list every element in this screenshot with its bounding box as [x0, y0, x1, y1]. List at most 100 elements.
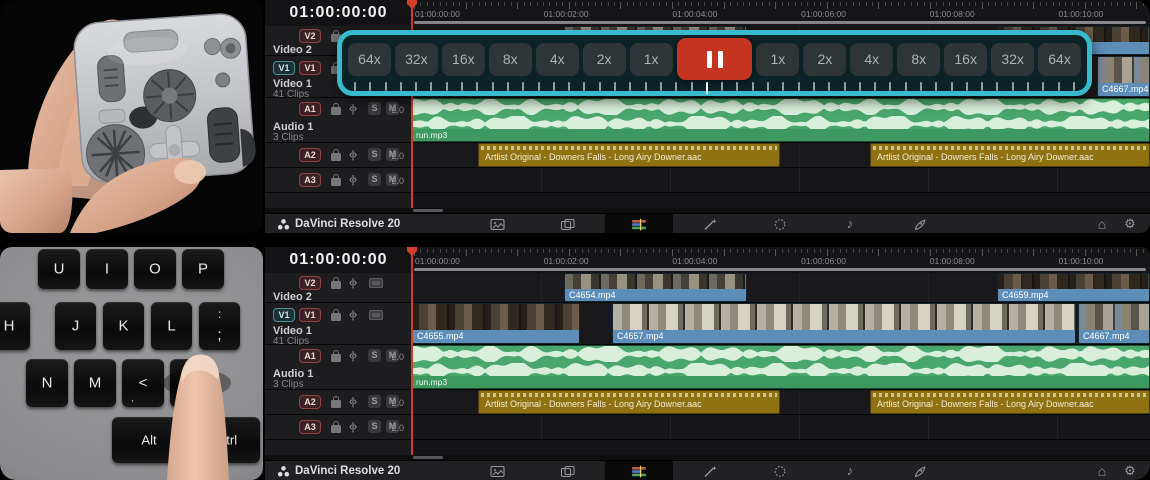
video-clip[interactable]: C4657.mp4 [612, 303, 1076, 344]
speed-button[interactable]: 4x [536, 43, 579, 76]
ruler-zoom-bar[interactable] [414, 21, 1146, 24]
video-clip[interactable]: C4659.mp4 [997, 273, 1150, 302]
audio-clip[interactable]: Artlist Original - Downers Falls - Long … [870, 143, 1150, 167]
playhead-line[interactable] [411, 247, 413, 455]
speed-button[interactable]: 32x [395, 43, 438, 76]
auto-select-icon[interactable]: ‹|› [349, 351, 356, 361]
track-content-audio3[interactable] [412, 415, 1150, 440]
track-row-video2: V2 ‹|› Video 2 C4654.mp4C4659.mp4 [265, 273, 1150, 303]
lock-icon[interactable] [331, 281, 341, 289]
speed-button[interactable]: 16x [442, 43, 485, 76]
track-destination-badge[interactable]: V2 [299, 276, 321, 290]
auto-select-icon[interactable]: ‹|› [349, 310, 356, 320]
speed-button[interactable]: 1x [630, 43, 673, 76]
speed-button[interactable]: 1x [756, 43, 799, 76]
pause-button[interactable] [677, 38, 753, 80]
lock-icon[interactable] [331, 107, 341, 115]
tab-media[interactable] [477, 461, 517, 480]
solo-button[interactable]: S [368, 420, 381, 433]
timeline-ruler[interactable]: 01:00:00:0001:00:02:0001:00:04:0001:00:0… [412, 247, 1150, 273]
lock-icon[interactable] [331, 313, 341, 321]
filmstrip-icon[interactable] [369, 278, 383, 288]
lock-icon[interactable] [331, 400, 341, 408]
track-destination-badge[interactable]: V2 [299, 29, 321, 43]
audio-clip[interactable]: Artlist Original - Downers Falls - Long … [870, 390, 1150, 414]
audio-clip[interactable]: Artlist Original - Downers Falls - Long … [478, 390, 780, 414]
audio-clip[interactable]: run.mp3 [412, 98, 1150, 142]
track-content-audio1[interactable]: run.mp3 [412, 98, 1150, 143]
lock-icon[interactable] [331, 178, 341, 186]
tab-fusion[interactable] [690, 214, 730, 233]
audio-clip[interactable]: Artlist Original - Downers Falls - Long … [478, 143, 780, 167]
video-clip[interactable]: C4654.mp4 [564, 273, 747, 302]
filmstrip-icon[interactable] [369, 310, 383, 320]
auto-select-icon[interactable]: ‹|› [349, 175, 356, 185]
ruler-tick [782, 249, 783, 253]
thumbnail-frame-separators [413, 304, 579, 333]
auto-select-icon[interactable]: ‹|› [349, 397, 356, 407]
speed-button[interactable]: 8x [489, 43, 532, 76]
track-content-audio3[interactable] [412, 168, 1150, 193]
timeline-ruler[interactable]: 01:00:00:0001:00:02:0001:00:04:0001:00:0… [412, 0, 1150, 26]
tab-color[interactable] [760, 214, 800, 233]
lock-icon[interactable] [331, 153, 341, 161]
tab-fairlight[interactable]: ♪ [830, 214, 870, 233]
speed-button[interactable]: 4x [850, 43, 893, 76]
solo-button[interactable]: S [368, 395, 381, 408]
tab-color[interactable] [760, 461, 800, 480]
timeline-scrollbar-handle[interactable] [413, 209, 443, 212]
track-enable-badge[interactable]: V1 [299, 308, 321, 322]
track-content-audio2[interactable]: Artlist Original - Downers Falls - Long … [412, 390, 1150, 415]
lock-icon[interactable] [331, 425, 341, 433]
track-content-video2[interactable]: C4654.mp4 C4659.mp4 [412, 273, 1150, 303]
settings-button[interactable]: ⚙ [1110, 461, 1150, 480]
solo-button[interactable]: S [368, 173, 381, 186]
tab-media[interactable] [477, 214, 517, 233]
track-destination-badge[interactable]: A1 [299, 349, 321, 363]
lock-icon[interactable] [331, 354, 341, 362]
timeline-scrollbar-handle[interactable] [413, 456, 443, 459]
auto-select-icon[interactable]: ‹|› [349, 278, 356, 288]
solo-button[interactable]: S [368, 148, 381, 161]
speed-button[interactable]: 64x [348, 43, 391, 76]
video-clip[interactable]: C4667.mp4 [1097, 56, 1150, 97]
speed-button[interactable]: 32x [991, 43, 1034, 76]
speed-button[interactable]: 2x [583, 43, 626, 76]
track-content-audio2[interactable]: Artlist Original - Downers Falls - Long … [412, 143, 1150, 168]
track-destination-badge[interactable]: V1 [273, 61, 295, 75]
track-destination-badge[interactable]: A3 [299, 420, 321, 434]
tab-edit[interactable] [619, 214, 659, 233]
track-destination-badge[interactable]: A3 [299, 173, 321, 187]
track-enable-badge[interactable]: V1 [299, 61, 321, 75]
video-clip[interactable]: C4655.mp4 [412, 303, 580, 344]
tab-deliver[interactable] [900, 214, 940, 233]
ruler-zoom-bar[interactable] [414, 268, 1146, 271]
auto-select-icon[interactable]: ‹|› [349, 422, 356, 432]
tab-cut[interactable] [548, 461, 588, 480]
solo-button[interactable]: S [368, 102, 381, 115]
tab-fusion[interactable] [690, 461, 730, 480]
solo-button[interactable]: S [368, 349, 381, 362]
tab-deliver[interactable] [900, 461, 940, 480]
audio-clip[interactable]: run.mp3 [412, 345, 1150, 389]
speed-button[interactable]: 16x [944, 43, 987, 76]
track-destination-badge[interactable]: V1 [273, 308, 295, 322]
video-clip[interactable]: C4667.mp4 [1078, 303, 1150, 344]
speed-button[interactable]: 2x [803, 43, 846, 76]
auto-select-icon[interactable]: ‹|› [349, 104, 356, 114]
auto-select-icon[interactable]: ‹|› [349, 150, 356, 160]
track-content-video1[interactable]: C4655.mp4 C4657.mp4C4667.mp4 [412, 303, 1150, 345]
track-destination-badge[interactable]: A1 [299, 102, 321, 116]
tab-edit[interactable] [619, 461, 659, 480]
track-destination-badge[interactable]: A2 [299, 395, 321, 409]
settings-button[interactable]: ⚙ [1110, 214, 1150, 233]
track-destination-badge[interactable]: A2 [299, 148, 321, 162]
tab-fairlight[interactable]: ♪ [830, 461, 870, 480]
speed-button[interactable]: 64x [1038, 43, 1081, 76]
track-content-audio1[interactable]: run.mp3 [412, 345, 1150, 390]
ruler-tick [427, 2, 428, 6]
ruler-tick [982, 249, 983, 256]
speed-button[interactable]: 8x [897, 43, 940, 76]
tab-cut[interactable] [548, 214, 588, 233]
ruler-tick [711, 249, 712, 253]
